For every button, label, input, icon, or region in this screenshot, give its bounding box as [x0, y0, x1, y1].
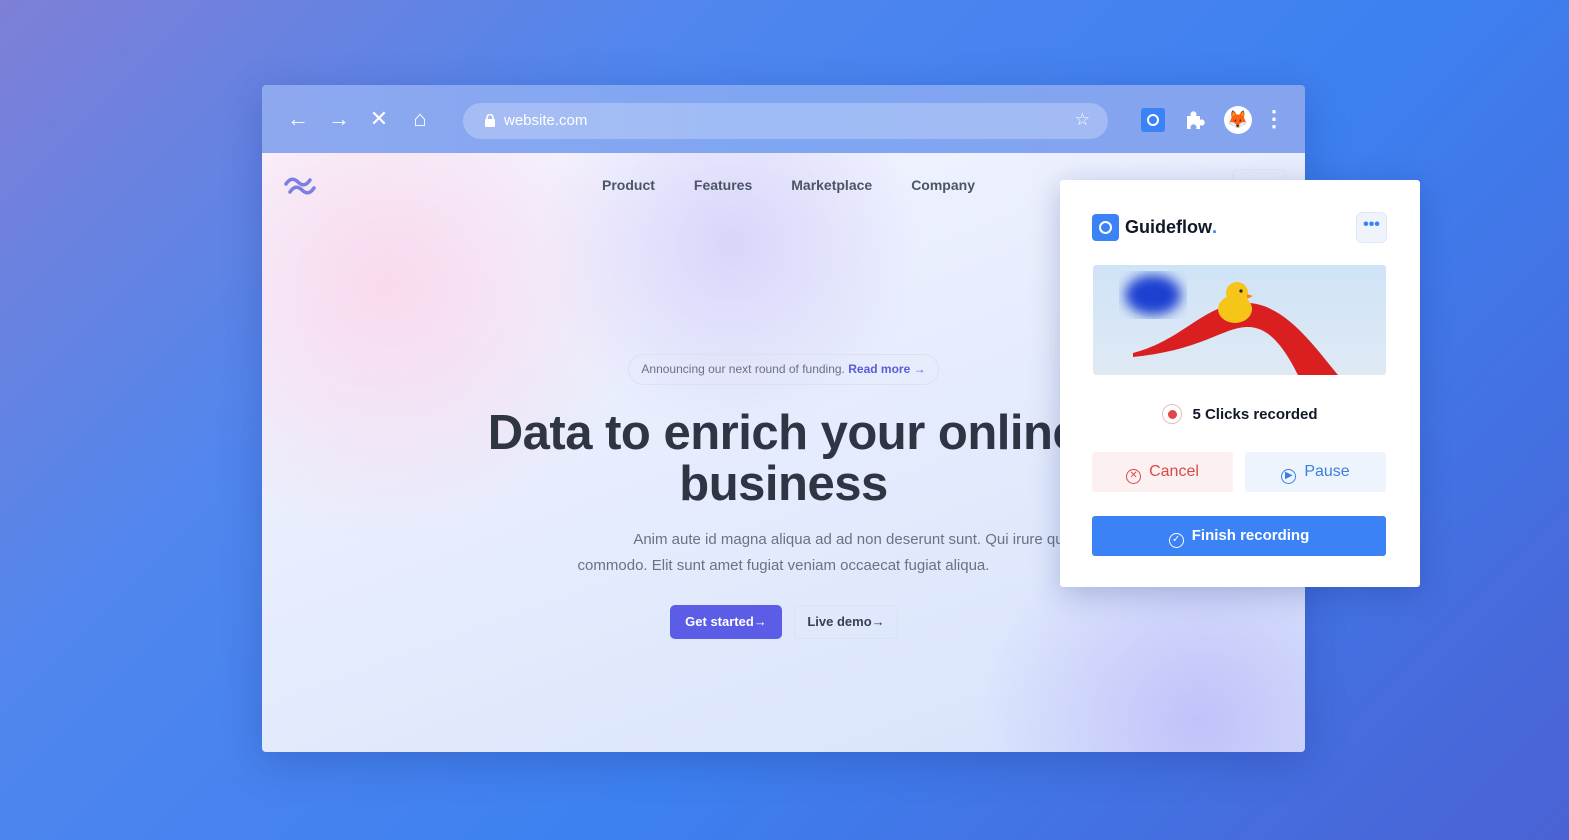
- arrow-left-icon[interactable]: ←: [286, 107, 310, 131]
- site-nav: Product Features Marketplace Company: [602, 177, 975, 193]
- cancel-circle-icon: ✕: [1126, 469, 1142, 484]
- close-icon[interactable]: ✕: [367, 107, 391, 131]
- lock-icon: [485, 114, 495, 127]
- home-icon[interactable]: ⌂: [408, 107, 432, 131]
- cancel-label: Cancel: [1149, 463, 1199, 480]
- read-more-link[interactable]: Read more →: [848, 362, 925, 376]
- headline-line2: business: [679, 457, 888, 511]
- star-icon[interactable]: ☆: [1075, 110, 1090, 130]
- address-bar[interactable]: website.com ☆: [463, 103, 1108, 139]
- cancel-button[interactable]: ✕ Cancel: [1092, 452, 1233, 492]
- more-options-button[interactable]: •••: [1356, 212, 1387, 243]
- brand-name: Guideflow.: [1125, 217, 1218, 237]
- pause-button[interactable]: ▶ Pause: [1245, 452, 1386, 492]
- recording-status: 5 Clicks recorded: [1060, 404, 1420, 424]
- live-demo-button[interactable]: Live demo→: [794, 605, 898, 639]
- kebab-menu-icon[interactable]: ⋮: [1262, 107, 1286, 131]
- announcement-pill: Announcing our next round of funding. Re…: [628, 354, 939, 385]
- headline-line1: Data to enrich your online: [487, 406, 1080, 460]
- nav-features[interactable]: Features: [694, 177, 752, 193]
- guideflow-logo-icon: [1092, 214, 1119, 241]
- browser-toolbar: ← → ✕ ⌂ website.com ☆ 🦊 ⋮: [262, 85, 1305, 153]
- nav-product[interactable]: Product: [602, 177, 655, 193]
- site-logo[interactable]: [284, 175, 316, 197]
- guideflow-extension-icon[interactable]: [1141, 108, 1165, 132]
- record-indicator-icon: [1162, 404, 1183, 424]
- subtitle-line2: commodo. Elit sunt amet fugiat veniam oc…: [577, 557, 990, 574]
- play-circle-icon: ▶: [1281, 469, 1297, 484]
- finish-recording-button[interactable]: ✓ Finish recording: [1092, 516, 1386, 556]
- arrow-right-icon[interactable]: →: [327, 107, 351, 131]
- announcement-text: Announcing our next round of funding.: [641, 362, 845, 376]
- nav-company[interactable]: Company: [911, 177, 975, 193]
- nav-marketplace[interactable]: Marketplace: [791, 177, 872, 193]
- status-text: 5 Clicks recorded: [1192, 406, 1318, 423]
- check-circle-icon: ✓: [1168, 533, 1184, 548]
- get-started-button[interactable]: Get started→: [670, 605, 782, 639]
- fox-avatar[interactable]: 🦊: [1224, 106, 1252, 134]
- puzzle-icon[interactable]: [1184, 109, 1206, 131]
- finish-label: Finish recording: [1191, 527, 1310, 544]
- pause-label: Pause: [1304, 463, 1350, 480]
- guideflow-recording-panel: Guideflow. ••• 5 Clicks recorded ✕ Cancel…: [1060, 180, 1420, 587]
- duck-illustration: [1093, 265, 1386, 375]
- url-text: website.com: [504, 112, 588, 129]
